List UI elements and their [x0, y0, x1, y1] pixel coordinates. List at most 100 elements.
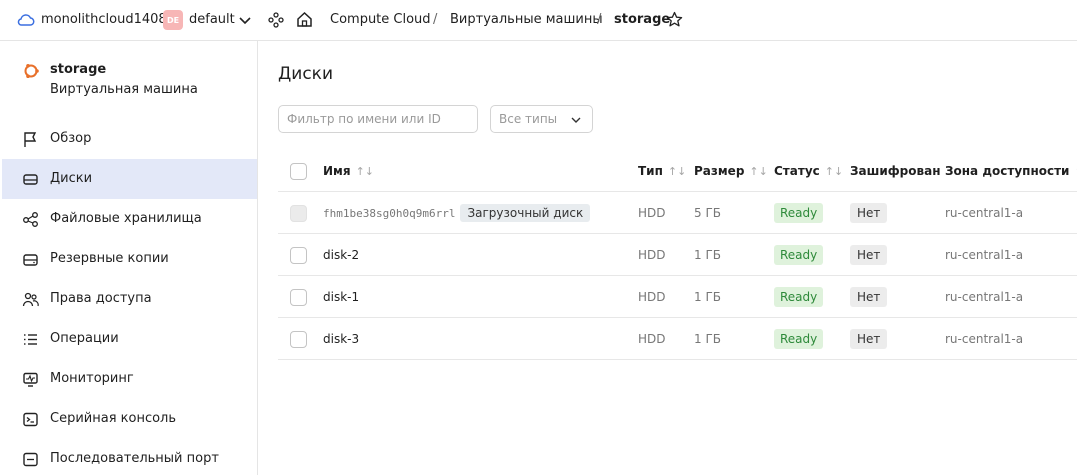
status-badge: Ready — [774, 203, 824, 223]
row-checkbox-cell — [290, 234, 307, 276]
vm-subtitle: Виртуальная машина — [50, 82, 198, 97]
disk-name-cell: fhm1be38sg0h0q9m6rrl Загрузочный диск — [323, 192, 591, 234]
disk-type: HDD — [638, 206, 666, 220]
table-row[interactable]: fhm1be38sg0h0q9m6rrl Загрузочный диск HDD… — [278, 192, 1077, 234]
availability-zone: ru-central1-a — [945, 290, 1024, 304]
chevron-down-icon — [570, 114, 582, 126]
sidebar-item-operations[interactable]: Операции — [2, 319, 257, 359]
column-label: Зона доступности — [945, 164, 1070, 178]
sidebar-item-access[interactable]: Права доступа — [2, 279, 257, 319]
column-label: Имя — [323, 164, 351, 178]
column-label: Статус — [774, 164, 820, 178]
column-zone[interactable]: Зона доступности↑↓ — [945, 150, 1077, 192]
main-content: Диски Все типы Имя ↑↓ Тип ↑↓ Размер ↑↓ Стат… — [258, 41, 1077, 475]
availability-zone: ru-central1-a — [945, 332, 1024, 346]
ubuntu-icon — [22, 62, 40, 80]
row-checkbox — [290, 204, 307, 222]
column-status[interactable]: Статус ↑↓ — [774, 150, 843, 192]
sidebar: storage Виртуальная машина Обзор Диски Ф… — [0, 41, 258, 475]
row-checkbox[interactable] — [290, 330, 307, 348]
availability-zone: ru-central1-a — [945, 206, 1024, 220]
table-row[interactable]: disk-1 HDD 1 ГБ Ready Нет ru-central1-a — [278, 276, 1077, 318]
row-checkbox[interactable] — [290, 246, 307, 264]
column-encrypted: Зашифрован — [850, 150, 941, 192]
row-checkbox-cell — [290, 318, 307, 360]
sidebar-item-label: Резервные копии — [50, 251, 169, 266]
disk-name[interactable]: disk-1 — [323, 276, 359, 318]
folder-name[interactable]: default — [189, 12, 235, 27]
top-bar: monolithcloud1408 DE default Compute Clo… — [0, 0, 1077, 41]
flag-icon — [22, 131, 39, 148]
column-label: Размер — [694, 164, 745, 178]
row-checkbox-cell — [290, 276, 307, 318]
breadcrumb-separator: / — [433, 12, 438, 27]
disk-size: 1 ГБ — [694, 248, 721, 262]
disk-name[interactable]: disk-2 — [323, 234, 359, 276]
sort-icon: ↑↓ — [667, 164, 687, 178]
cloud-icon[interactable] — [17, 12, 35, 28]
breadcrumb-separator: / — [597, 12, 602, 27]
encrypted-badge: Нет — [850, 287, 888, 307]
availability-zone: ru-central1-a — [945, 248, 1024, 262]
sidebar-item-label: Серийная консоль — [50, 411, 177, 426]
encrypted-badge: Нет — [850, 203, 888, 223]
column-type[interactable]: Тип ↑↓ — [638, 150, 686, 192]
status-cell: Ready — [774, 318, 824, 360]
list-icon — [22, 331, 39, 348]
select-all-checkbox[interactable] — [290, 162, 307, 180]
sidebar-item-file-storage[interactable]: Файловые хранилища — [2, 199, 257, 239]
home-icon[interactable] — [296, 11, 313, 28]
status-badge: Ready — [774, 287, 824, 307]
status-badge: Ready — [774, 245, 824, 265]
sidebar-item-label: Диски — [50, 171, 93, 186]
breadcrumb-compute-cloud[interactable]: Compute Cloud — [330, 12, 431, 27]
disk-icon — [22, 171, 39, 188]
encrypted-badge: Нет — [850, 329, 888, 349]
monitor-icon — [22, 371, 39, 388]
column-name[interactable]: Имя ↑↓ — [323, 150, 374, 192]
type-select[interactable]: Все типы — [490, 105, 593, 133]
disk-type: HDD — [638, 332, 666, 346]
encrypted-cell: Нет — [850, 192, 888, 234]
status-badge: Ready — [774, 329, 824, 349]
backup-icon — [22, 251, 39, 268]
row-checkbox[interactable] — [290, 288, 307, 306]
table-row[interactable]: disk-3 HDD 1 ГБ Ready Нет ru-central1-a — [278, 318, 1077, 360]
column-label: Тип — [638, 164, 663, 178]
sidebar-item-disks[interactable]: Диски — [2, 159, 257, 199]
chevron-down-icon[interactable] — [238, 13, 252, 27]
breadcrumb-vms[interactable]: Виртуальные машины — [450, 12, 603, 27]
services-icon[interactable] — [268, 12, 284, 28]
sidebar-item-serial-console[interactable]: Серийная консоль — [2, 399, 257, 439]
sidebar-item-label: Мониторинг — [50, 371, 134, 386]
star-icon[interactable] — [666, 11, 683, 28]
table-header: Имя ↑↓ Тип ↑↓ Размер ↑↓ Статус ↑↓ Зашифрован… — [278, 150, 1077, 192]
encrypted-cell: Нет — [850, 318, 888, 360]
sidebar-item-label: Последовательный порт — [50, 451, 219, 466]
sidebar-item-monitoring[interactable]: Мониторинг — [2, 359, 257, 399]
sidebar-item-serial-port[interactable]: Последовательный порт — [2, 439, 257, 475]
disk-size: 5 ГБ — [694, 206, 721, 220]
disk-name[interactable]: disk-3 — [323, 318, 359, 360]
disk-size: 1 ГБ — [694, 332, 721, 346]
status-cell: Ready — [774, 276, 824, 318]
sidebar-item-label: Файловые хранилища — [50, 211, 202, 226]
sidebar-item-label: Обзор — [50, 131, 92, 146]
column-size[interactable]: Размер ↑↓ — [694, 150, 768, 192]
share-icon — [22, 211, 39, 228]
folder-badge: DE — [163, 10, 183, 30]
boot-disk-badge: Загрузочный диск — [460, 204, 591, 222]
table-row[interactable]: disk-2 HDD 1 ГБ Ready Нет ru-central1-a — [278, 234, 1077, 276]
users-icon — [22, 291, 39, 308]
type-select-value: Все типы — [499, 112, 558, 126]
filter-input[interactable] — [278, 105, 478, 133]
breadcrumb-current: storage — [614, 12, 671, 27]
sidebar-item-overview[interactable]: Обзор — [2, 119, 257, 159]
cloud-name[interactable]: monolithcloud1408 — [41, 12, 167, 27]
encrypted-cell: Нет — [850, 276, 888, 318]
sort-icon: ↑↓ — [355, 164, 374, 178]
disk-id[interactable]: fhm1be38sg0h0q9m6rrl — [323, 207, 455, 220]
disk-type: HDD — [638, 290, 666, 304]
sidebar-item-backups[interactable]: Резервные копии — [2, 239, 257, 279]
encrypted-badge: Нет — [850, 245, 888, 265]
